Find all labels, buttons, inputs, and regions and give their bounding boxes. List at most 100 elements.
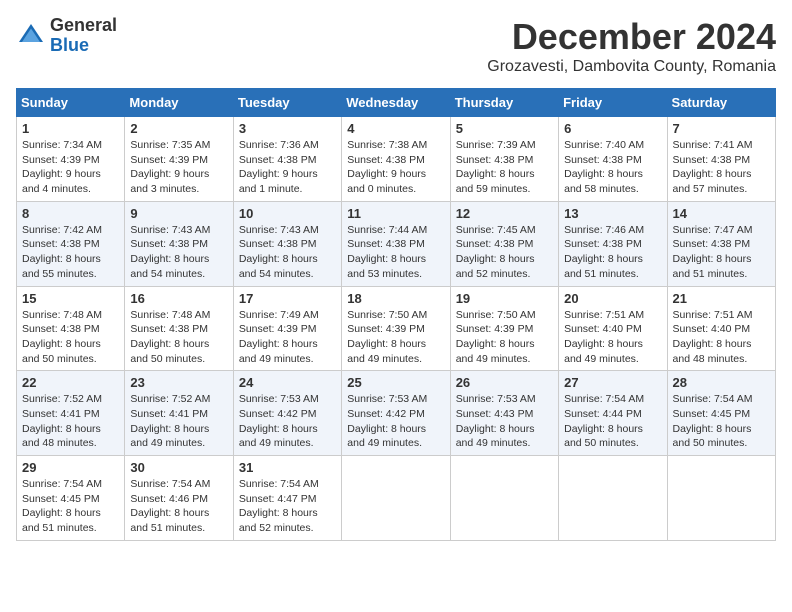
day-number: 24 xyxy=(239,375,336,390)
day-number: 1 xyxy=(22,121,119,136)
month-title: December 2024 xyxy=(487,16,776,58)
table-cell xyxy=(342,456,450,541)
day-number: 15 xyxy=(22,291,119,306)
table-cell: 7 Sunrise: 7:41 AM Sunset: 4:38 PM Daylig… xyxy=(667,117,775,202)
day-info: Sunrise: 7:40 AM Sunset: 4:38 PM Dayligh… xyxy=(564,138,661,197)
calendar-table: Sunday Monday Tuesday Wednesday Thursday… xyxy=(16,88,776,541)
day-info: Sunrise: 7:48 AM Sunset: 4:38 PM Dayligh… xyxy=(130,308,227,367)
table-cell: 13 Sunrise: 7:46 AM Sunset: 4:38 PM Dayli… xyxy=(559,201,667,286)
table-cell: 29 Sunrise: 7:54 AM Sunset: 4:45 PM Dayli… xyxy=(17,456,125,541)
day-info: Sunrise: 7:41 AM Sunset: 4:38 PM Dayligh… xyxy=(673,138,770,197)
calendar-week-1: 1 Sunrise: 7:34 AM Sunset: 4:39 PM Daylig… xyxy=(17,117,776,202)
day-number: 10 xyxy=(239,206,336,221)
table-cell: 9Sunrise: 7:43 AM Sunset: 4:38 PM Daylig… xyxy=(125,201,233,286)
day-info: Sunrise: 7:48 AM Sunset: 4:38 PM Dayligh… xyxy=(22,308,119,367)
page-header: General Blue December 2024 Grozavesti, D… xyxy=(16,16,776,76)
day-number: 28 xyxy=(673,375,770,390)
day-number: 3 xyxy=(239,121,336,136)
logo-blue-text: Blue xyxy=(50,36,117,56)
table-cell: 27Sunrise: 7:54 AM Sunset: 4:44 PM Dayli… xyxy=(559,371,667,456)
table-cell: 31 Sunrise: 7:54 AM Sunset: 4:47 PM Dayli… xyxy=(233,456,341,541)
day-number: 25 xyxy=(347,375,444,390)
title-block: December 2024 Grozavesti, Dambovita Coun… xyxy=(487,16,776,76)
day-number: 5 xyxy=(456,121,553,136)
day-number: 18 xyxy=(347,291,444,306)
table-cell: 6 Sunrise: 7:40 AM Sunset: 4:38 PM Daylig… xyxy=(559,117,667,202)
day-info: Sunrise: 7:51 AM Sunset: 4:40 PM Dayligh… xyxy=(673,308,770,367)
day-number: 22 xyxy=(22,375,119,390)
table-cell: 4Sunrise: 7:38 AM Sunset: 4:38 PM Daylig… xyxy=(342,117,450,202)
table-cell xyxy=(450,456,558,541)
day-info: Sunrise: 7:42 AM Sunset: 4:38 PM Dayligh… xyxy=(22,223,119,282)
day-number: 6 xyxy=(564,121,661,136)
day-info: Sunrise: 7:49 AM Sunset: 4:39 PM Dayligh… xyxy=(239,308,336,367)
table-cell: 14 Sunrise: 7:47 AM Sunset: 4:38 PM Dayli… xyxy=(667,201,775,286)
day-info: Sunrise: 7:54 AM Sunset: 4:46 PM Dayligh… xyxy=(130,477,227,536)
day-info: Sunrise: 7:43 AM Sunset: 4:38 PM Dayligh… xyxy=(130,223,227,282)
day-number: 14 xyxy=(673,206,770,221)
day-number: 27 xyxy=(564,375,661,390)
day-number: 30 xyxy=(130,460,227,475)
table-cell: 28 Sunrise: 7:54 AM Sunset: 4:45 PM Dayli… xyxy=(667,371,775,456)
day-number: 2 xyxy=(130,121,227,136)
calendar-header-row: Sunday Monday Tuesday Wednesday Thursday… xyxy=(17,89,776,117)
table-cell xyxy=(667,456,775,541)
day-number: 29 xyxy=(22,460,119,475)
table-cell: 1 Sunrise: 7:34 AM Sunset: 4:39 PM Daylig… xyxy=(17,117,125,202)
table-cell: 22Sunrise: 7:52 AM Sunset: 4:41 PM Dayli… xyxy=(17,371,125,456)
day-number: 31 xyxy=(239,460,336,475)
day-info: Sunrise: 7:34 AM Sunset: 4:39 PM Dayligh… xyxy=(22,138,119,197)
table-cell: 12Sunrise: 7:45 AM Sunset: 4:38 PM Dayli… xyxy=(450,201,558,286)
logo-icon xyxy=(16,21,46,51)
day-info: Sunrise: 7:47 AM Sunset: 4:38 PM Dayligh… xyxy=(673,223,770,282)
day-number: 19 xyxy=(456,291,553,306)
col-thursday: Thursday xyxy=(450,89,558,117)
day-info: Sunrise: 7:46 AM Sunset: 4:38 PM Dayligh… xyxy=(564,223,661,282)
table-cell: 11 Sunrise: 7:44 AM Sunset: 4:38 PM Dayli… xyxy=(342,201,450,286)
day-number: 23 xyxy=(130,375,227,390)
table-cell: 19 Sunrise: 7:50 AM Sunset: 4:39 PM Dayli… xyxy=(450,286,558,371)
day-info: Sunrise: 7:54 AM Sunset: 4:45 PM Dayligh… xyxy=(22,477,119,536)
day-info: Sunrise: 7:53 AM Sunset: 4:43 PM Dayligh… xyxy=(456,392,553,451)
table-cell: 8 Sunrise: 7:42 AM Sunset: 4:38 PM Daylig… xyxy=(17,201,125,286)
day-info: Sunrise: 7:43 AM Sunset: 4:38 PM Dayligh… xyxy=(239,223,336,282)
calendar-week-5: 29 Sunrise: 7:54 AM Sunset: 4:45 PM Dayli… xyxy=(17,456,776,541)
day-number: 8 xyxy=(22,206,119,221)
table-cell: 21 Sunrise: 7:51 AM Sunset: 4:40 PM Dayli… xyxy=(667,286,775,371)
day-info: Sunrise: 7:51 AM Sunset: 4:40 PM Dayligh… xyxy=(564,308,661,367)
table-cell: 24 Sunrise: 7:53 AM Sunset: 4:42 PM Dayli… xyxy=(233,371,341,456)
table-cell: 16 Sunrise: 7:48 AM Sunset: 4:38 PM Dayli… xyxy=(125,286,233,371)
day-info: Sunrise: 7:50 AM Sunset: 4:39 PM Dayligh… xyxy=(456,308,553,367)
calendar-week-4: 22 Sunrise: 7:52 AM Sunset: 4:41 PM Dayli… xyxy=(17,371,776,456)
logo: General Blue xyxy=(16,16,117,56)
table-cell: 26Sunrise: 7:53 AM Sunset: 4:43 PM Dayli… xyxy=(450,371,558,456)
day-info: Sunrise: 7:53 AM Sunset: 4:42 PM Dayligh… xyxy=(239,392,336,451)
table-cell: 23 Sunrise: 7:52 AM Sunset: 4:41 PM Dayli… xyxy=(125,371,233,456)
day-number: 20 xyxy=(564,291,661,306)
day-info: Sunrise: 7:52 AM Sunset: 4:41 PM Dayligh… xyxy=(130,392,227,451)
day-info: Sunrise: 7:54 AM Sunset: 4:45 PM Dayligh… xyxy=(673,392,770,451)
day-number: 13 xyxy=(564,206,661,221)
day-number: 16 xyxy=(130,291,227,306)
col-saturday: Saturday xyxy=(667,89,775,117)
table-cell: 18Sunrise: 7:50 AM Sunset: 4:39 PM Dayli… xyxy=(342,286,450,371)
day-number: 12 xyxy=(456,206,553,221)
col-wednesday: Wednesday xyxy=(342,89,450,117)
day-info: Sunrise: 7:35 AM Sunset: 4:39 PM Dayligh… xyxy=(130,138,227,197)
day-number: 17 xyxy=(239,291,336,306)
table-cell: 20 Sunrise: 7:51 AM Sunset: 4:40 PM Dayli… xyxy=(559,286,667,371)
day-info: Sunrise: 7:53 AM Sunset: 4:42 PM Dayligh… xyxy=(347,392,444,451)
table-cell: 17 Sunrise: 7:49 AM Sunset: 4:39 PM Dayli… xyxy=(233,286,341,371)
col-sunday: Sunday xyxy=(17,89,125,117)
day-info: Sunrise: 7:36 AM Sunset: 4:38 PM Dayligh… xyxy=(239,138,336,197)
table-cell: 30 Sunrise: 7:54 AM Sunset: 4:46 PM Dayli… xyxy=(125,456,233,541)
day-number: 11 xyxy=(347,206,444,221)
day-info: Sunrise: 7:44 AM Sunset: 4:38 PM Dayligh… xyxy=(347,223,444,282)
logo-general-text: General xyxy=(50,16,117,36)
day-info: Sunrise: 7:54 AM Sunset: 4:47 PM Dayligh… xyxy=(239,477,336,536)
col-friday: Friday xyxy=(559,89,667,117)
day-number: 21 xyxy=(673,291,770,306)
col-monday: Monday xyxy=(125,89,233,117)
day-number: 7 xyxy=(673,121,770,136)
table-cell: 2 Sunrise: 7:35 AM Sunset: 4:39 PM Daylig… xyxy=(125,117,233,202)
